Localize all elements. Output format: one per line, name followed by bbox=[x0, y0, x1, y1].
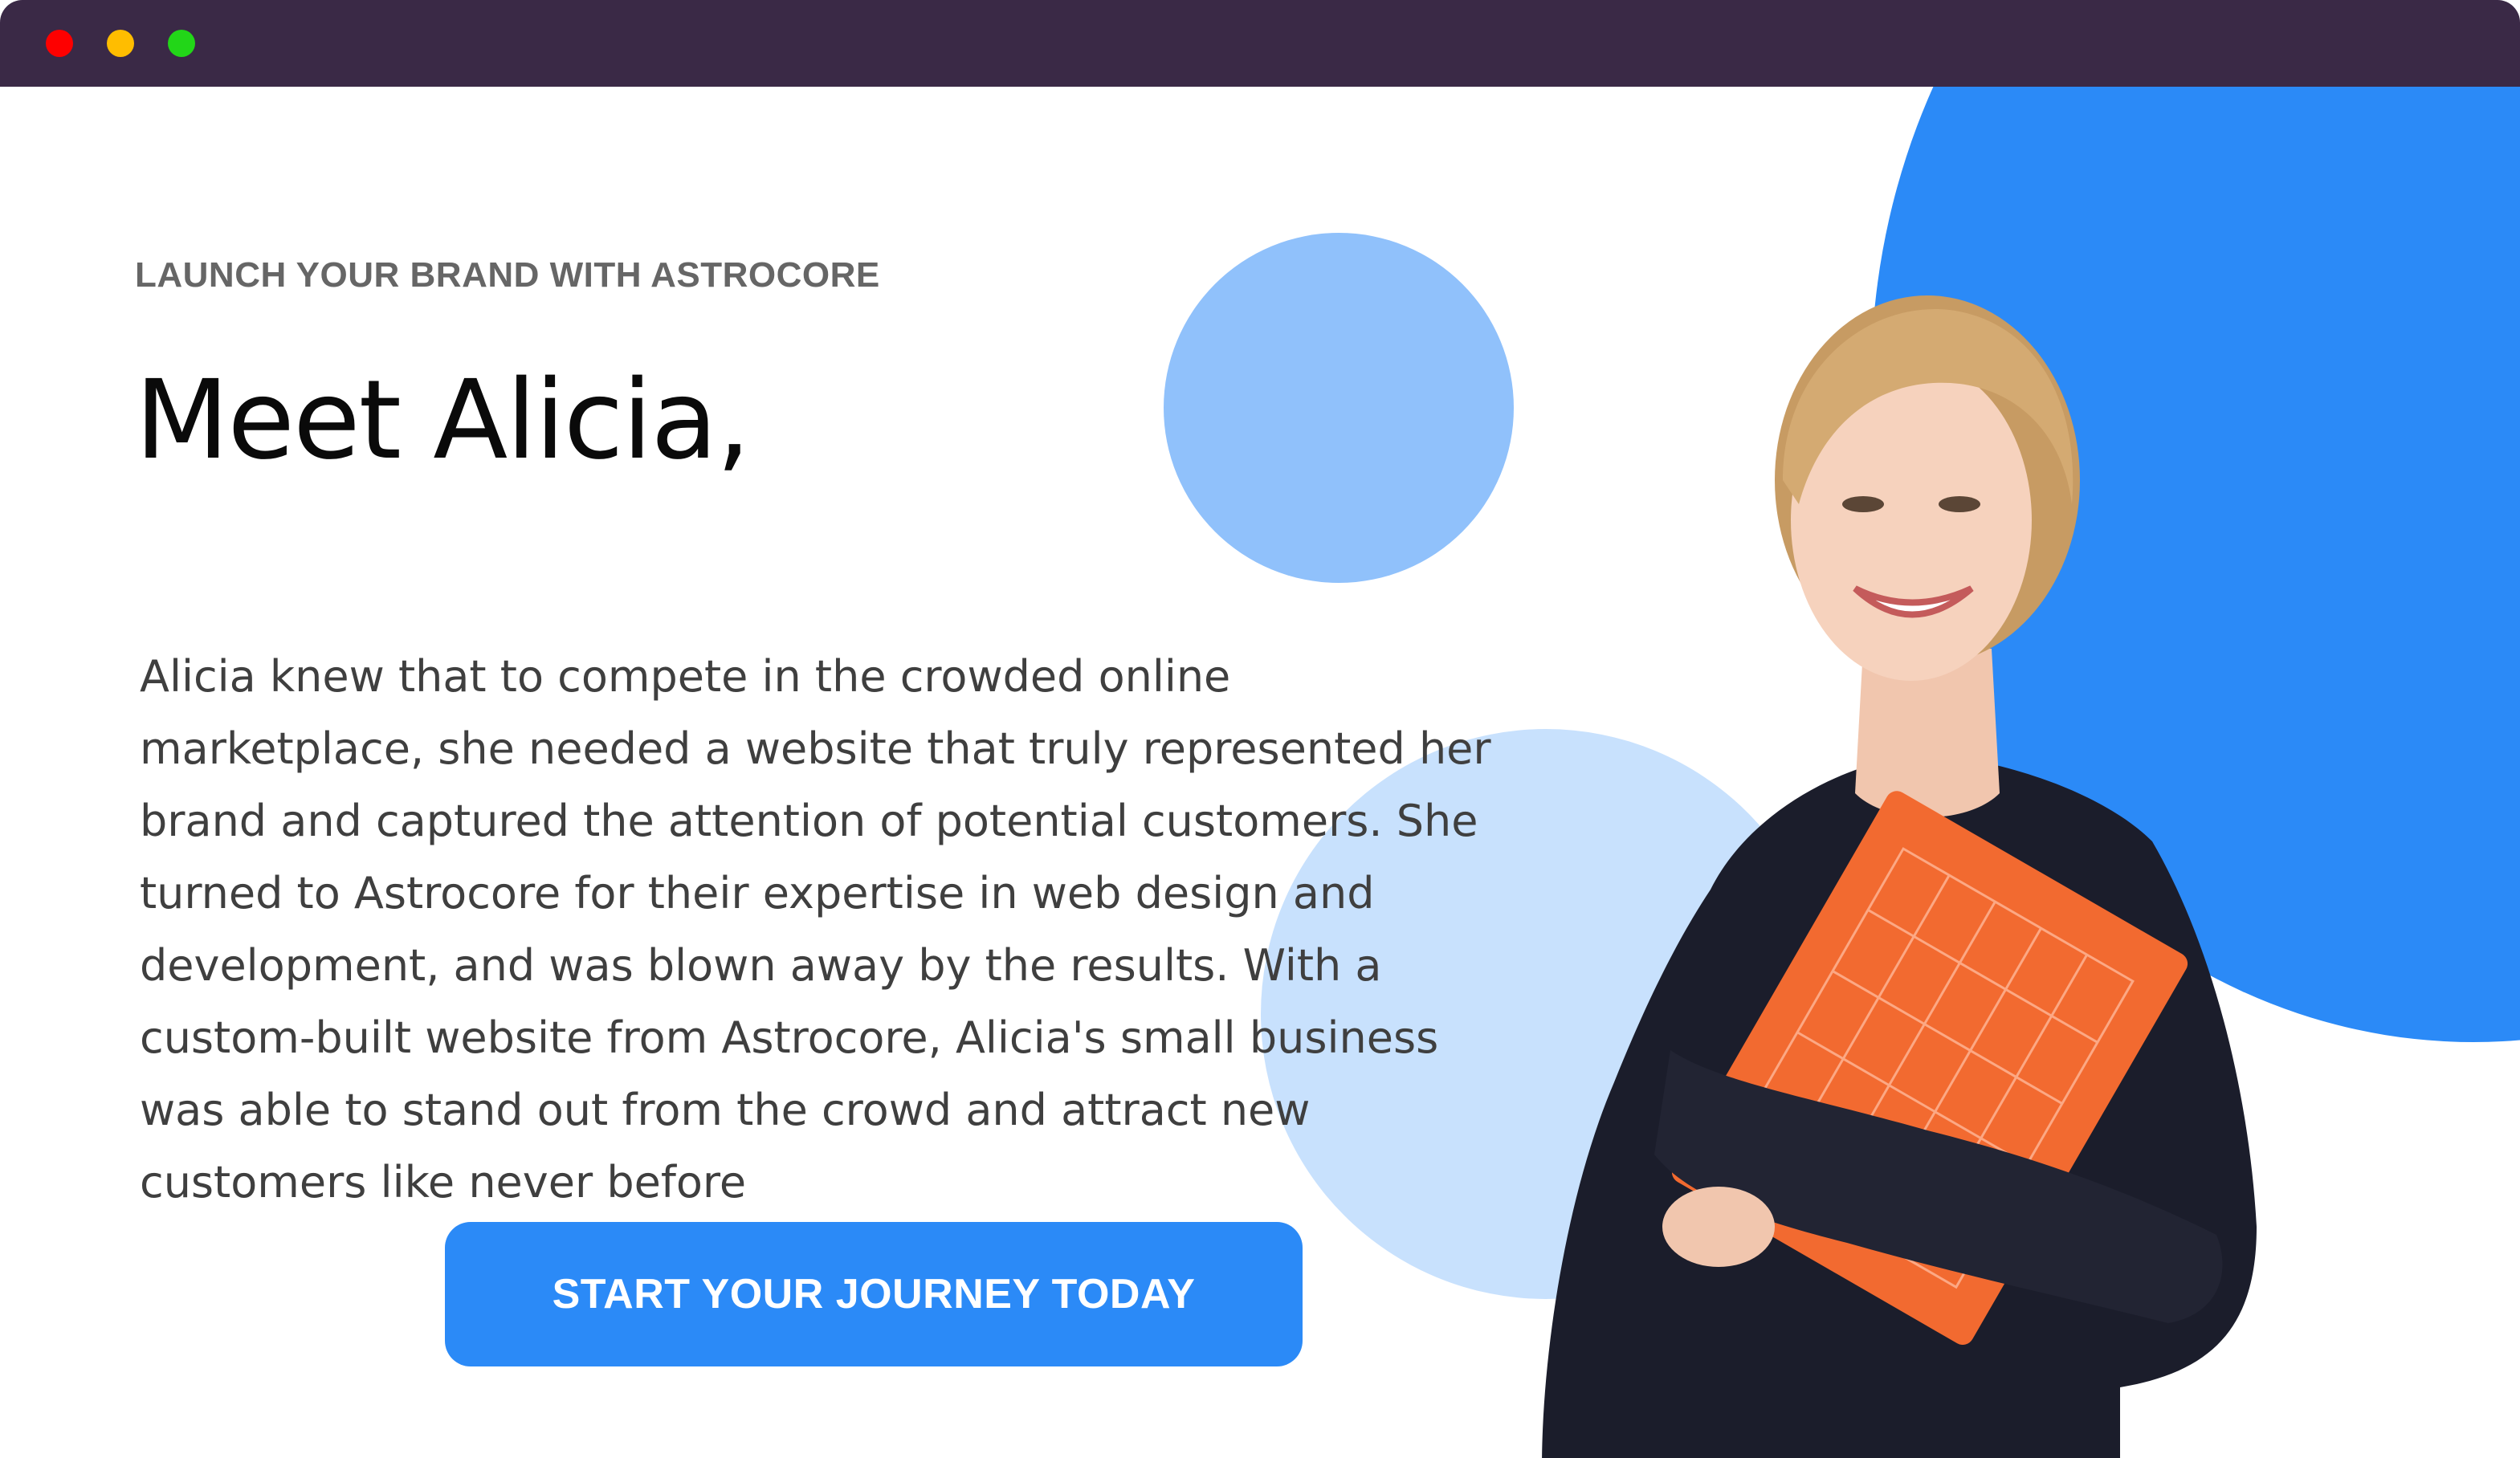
close-window-button[interactable] bbox=[46, 30, 73, 57]
hero-body-line: turned to Astrocore for their expertise … bbox=[140, 868, 1375, 918]
hero-body-line: customers like never before bbox=[140, 1157, 747, 1208]
hero-eyebrow: LAUNCH YOUR BRAND WITH ASTROCORE bbox=[135, 255, 880, 295]
hero-body-line: brand and captured the attention of pote… bbox=[140, 796, 1478, 846]
decorative-circle bbox=[1164, 233, 1514, 583]
hero-section: LAUNCH YOUR BRAND WITH ASTROCORE Meet Al… bbox=[0, 87, 2520, 1458]
minimize-window-button[interactable] bbox=[107, 30, 134, 57]
person-eye bbox=[1939, 496, 1980, 512]
window-titlebar bbox=[0, 0, 2520, 87]
start-journey-button[interactable]: START YOUR JOURNEY TODAY bbox=[445, 1222, 1303, 1366]
hero-body-line: marketplace, she needed a website that t… bbox=[140, 723, 1491, 774]
hero-person-image bbox=[1542, 295, 2257, 1458]
hero-headline: Meet Alicia, bbox=[135, 357, 751, 484]
maximize-window-button[interactable] bbox=[168, 30, 195, 57]
person-hand bbox=[1662, 1187, 1775, 1267]
hero-body: Alicia knew that to compete in the crowd… bbox=[140, 641, 1553, 1219]
hero-body-line: development, and was blown away by the r… bbox=[140, 940, 1382, 991]
hero-body-line: was able to stand out from the crowd and… bbox=[140, 1085, 1311, 1135]
hero-body-line: Alicia knew that to compete in the crowd… bbox=[140, 651, 1231, 702]
hero-body-line: custom-built website from Astrocore, Ali… bbox=[140, 1012, 1439, 1063]
person-eye bbox=[1842, 496, 1884, 512]
browser-window: LAUNCH YOUR BRAND WITH ASTROCORE Meet Al… bbox=[0, 0, 2520, 1458]
